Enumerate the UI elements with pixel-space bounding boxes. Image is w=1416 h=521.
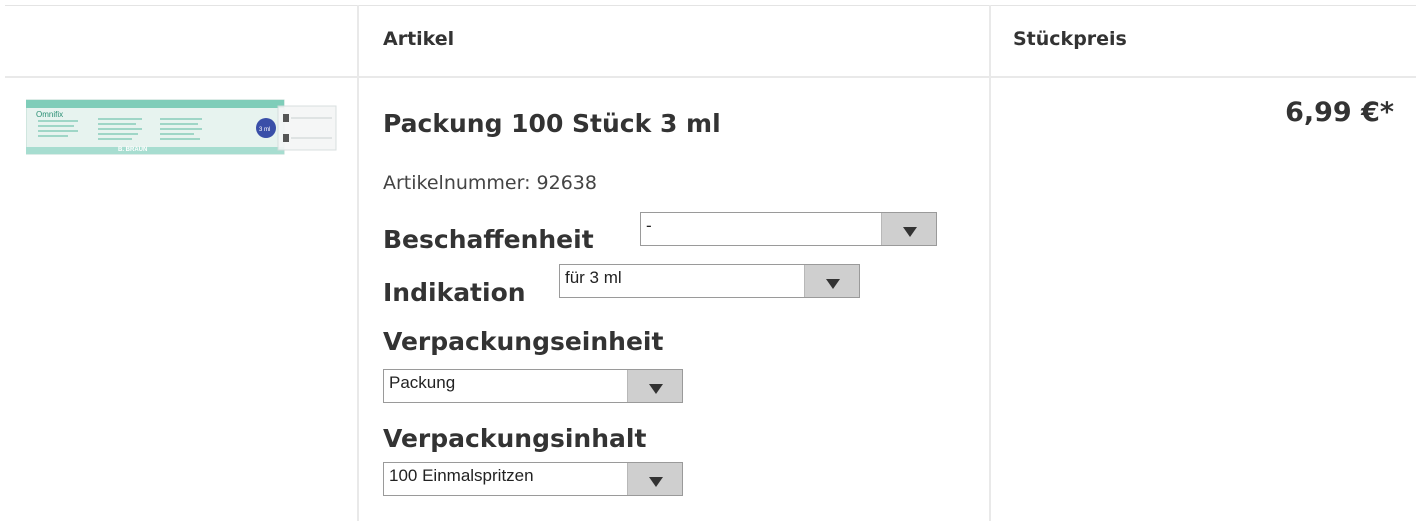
indikation-label: Indikation: [383, 278, 526, 307]
header-artikel: Artikel: [383, 28, 455, 50]
beschaffenheit-select[interactable]: -: [640, 212, 937, 246]
column-divider: [357, 5, 359, 521]
image-brand-text: Omnifix: [36, 110, 63, 119]
chevron-down-icon: [826, 279, 840, 289]
header-stueckpreis: Stückpreis: [1013, 28, 1127, 50]
dropdown-button[interactable]: [881, 213, 936, 245]
product-table: Artikel Stückpreis Omnifix B. BRAUN 3 ml…: [0, 0, 1416, 521]
unit-price: 6,99 €*: [1285, 97, 1394, 128]
dropdown-button[interactable]: [627, 463, 682, 495]
indikation-select[interactable]: für 3 ml: [559, 264, 860, 298]
table-header: [5, 5, 1416, 78]
product-image[interactable]: Omnifix B. BRAUN 3 ml: [26, 96, 338, 158]
verpackungsinhalt-select[interactable]: 100 Einmalspritzen: [383, 462, 683, 496]
article-number: Artikelnummer: 92638: [383, 172, 597, 194]
dropdown-button[interactable]: [804, 265, 859, 297]
verpackungseinheit-select[interactable]: Packung: [383, 369, 683, 403]
chevron-down-icon: [903, 227, 917, 237]
verpackungseinheit-value: Packung: [389, 373, 456, 392]
beschaffenheit-label: Beschaffenheit: [383, 225, 594, 254]
column-divider: [989, 5, 991, 521]
beschaffenheit-value: -: [646, 216, 652, 235]
article-number-value: 92638: [536, 172, 597, 194]
image-maker-text: B. BRAUN: [118, 147, 147, 153]
chevron-down-icon: [649, 477, 663, 487]
product-title[interactable]: Packung 100 Stück 3 ml: [383, 109, 721, 138]
verpackungsinhalt-label: Verpackungsinhalt: [383, 424, 647, 453]
verpackungsinhalt-value: 100 Einmalspritzen: [389, 466, 534, 485]
image-size-text: 3 ml: [259, 127, 270, 133]
chevron-down-icon: [649, 384, 663, 394]
indikation-value: für 3 ml: [565, 268, 622, 287]
article-number-label: Artikelnummer:: [383, 172, 531, 194]
verpackungseinheit-label: Verpackungseinheit: [383, 327, 664, 356]
dropdown-button[interactable]: [627, 370, 682, 402]
